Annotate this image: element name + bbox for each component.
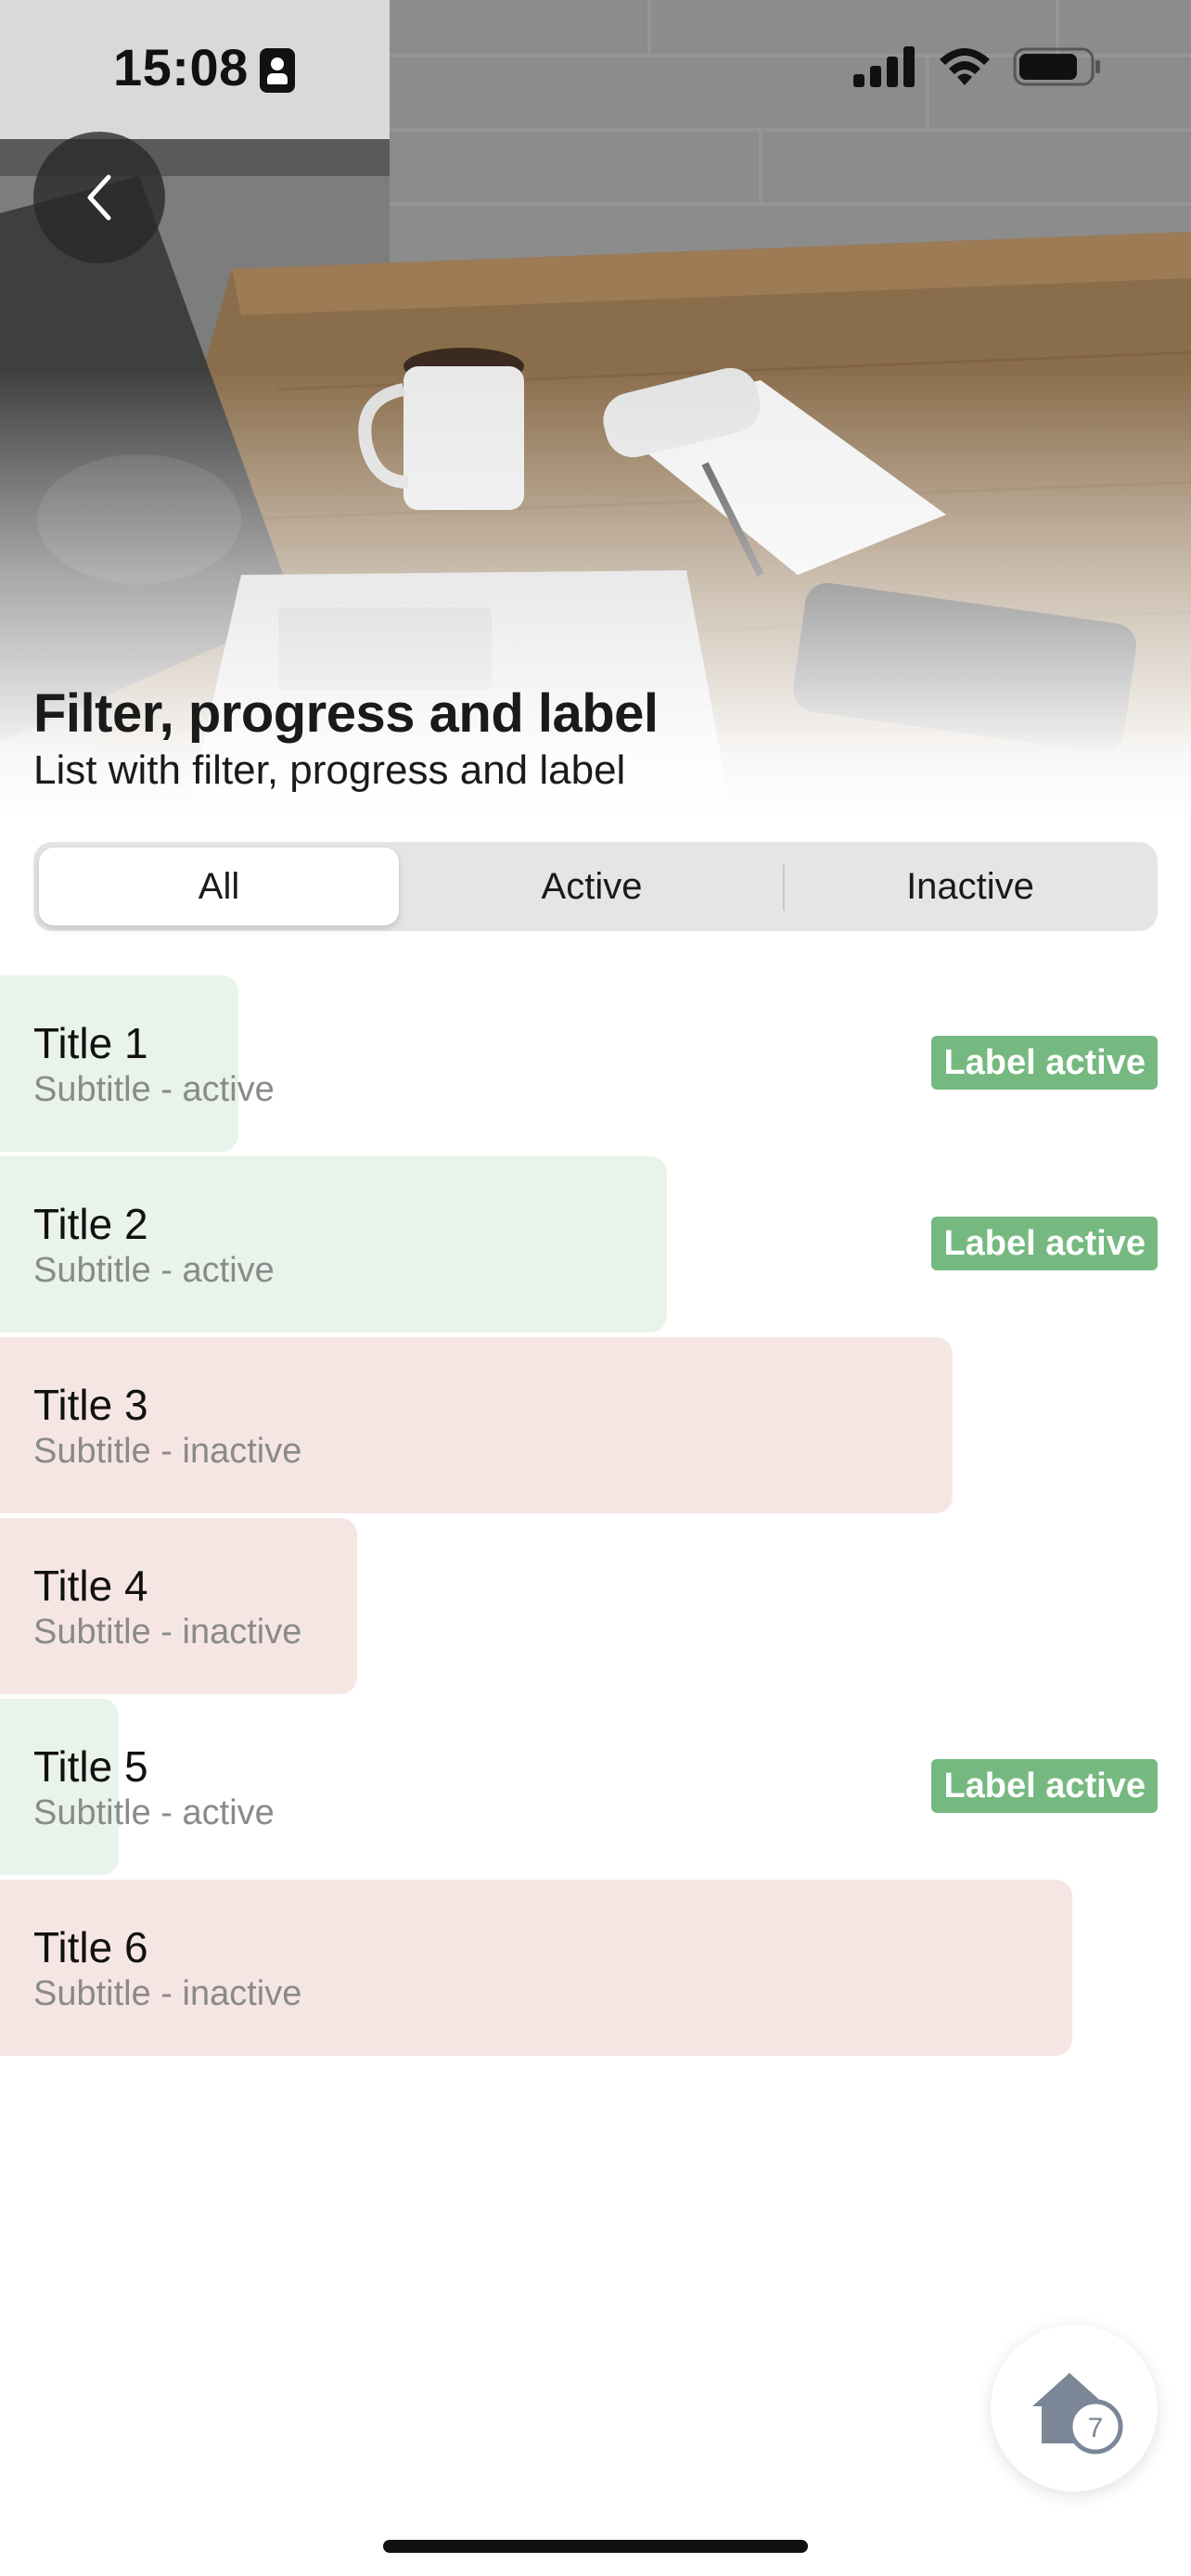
list-item[interactable]: Title 5 Subtitle - active Label active bbox=[0, 1699, 1191, 1875]
status-time: 15:08 bbox=[113, 38, 249, 96]
item-subtitle: Subtitle - inactive bbox=[33, 1974, 302, 2013]
item-subtitle: Subtitle - active bbox=[33, 1793, 275, 1832]
item-subtitle: Subtitle - inactive bbox=[33, 1613, 302, 1651]
segment-divider bbox=[783, 864, 785, 911]
filter-active-tab[interactable]: Active bbox=[408, 848, 775, 925]
home-button[interactable]: 7 bbox=[991, 2325, 1158, 2492]
home-icon: 7 bbox=[1032, 2373, 1123, 2455]
chevron-left-icon bbox=[87, 174, 111, 221]
item-subtitle: Subtitle - active bbox=[33, 1070, 275, 1109]
status-bar: 15:08 bbox=[0, 0, 1191, 139]
back-button[interactable] bbox=[33, 132, 165, 263]
filter-inactive-tab[interactable]: Inactive bbox=[787, 848, 1154, 925]
status-badge: Label active bbox=[931, 1036, 1158, 1090]
wifi-icon bbox=[940, 48, 990, 85]
status-badge: Label active bbox=[931, 1217, 1158, 1270]
item-subtitle: Subtitle - active bbox=[33, 1251, 275, 1290]
progress-bar bbox=[0, 1880, 1072, 2056]
cellular-signal-icon bbox=[853, 46, 915, 87]
item-title: Title 5 bbox=[33, 1742, 148, 1791]
battery-icon bbox=[1013, 47, 1100, 86]
list-item[interactable]: Title 4 Subtitle - inactive bbox=[0, 1518, 1191, 1694]
page-subtitle: List with filter, progress and label bbox=[33, 747, 626, 793]
status-badge: Label active bbox=[931, 1759, 1158, 1813]
item-title: Title 6 bbox=[33, 1923, 148, 1971]
filter-all-tab[interactable]: All bbox=[39, 848, 399, 925]
list-item[interactable]: Title 3 Subtitle - inactive bbox=[0, 1337, 1191, 1513]
page-title: Filter, progress and label bbox=[33, 683, 659, 744]
home-indicator bbox=[383, 2540, 808, 2553]
item-title: Title 3 bbox=[33, 1381, 148, 1429]
item-subtitle: Subtitle - inactive bbox=[33, 1432, 302, 1471]
list-item[interactable]: Title 1 Subtitle - active Label active bbox=[0, 976, 1191, 1152]
item-title: Title 1 bbox=[33, 1019, 148, 1067]
home-badge-count: 7 bbox=[1088, 2413, 1104, 2443]
item-title: Title 4 bbox=[33, 1562, 148, 1610]
item-title: Title 2 bbox=[33, 1200, 148, 1248]
screen-share-icon bbox=[260, 48, 295, 93]
list-item[interactable]: Title 6 Subtitle - inactive bbox=[0, 1880, 1191, 2056]
filter-segmented-control: All Active Inactive bbox=[33, 842, 1158, 931]
list-item[interactable]: Title 2 Subtitle - active Label active bbox=[0, 1156, 1191, 1333]
